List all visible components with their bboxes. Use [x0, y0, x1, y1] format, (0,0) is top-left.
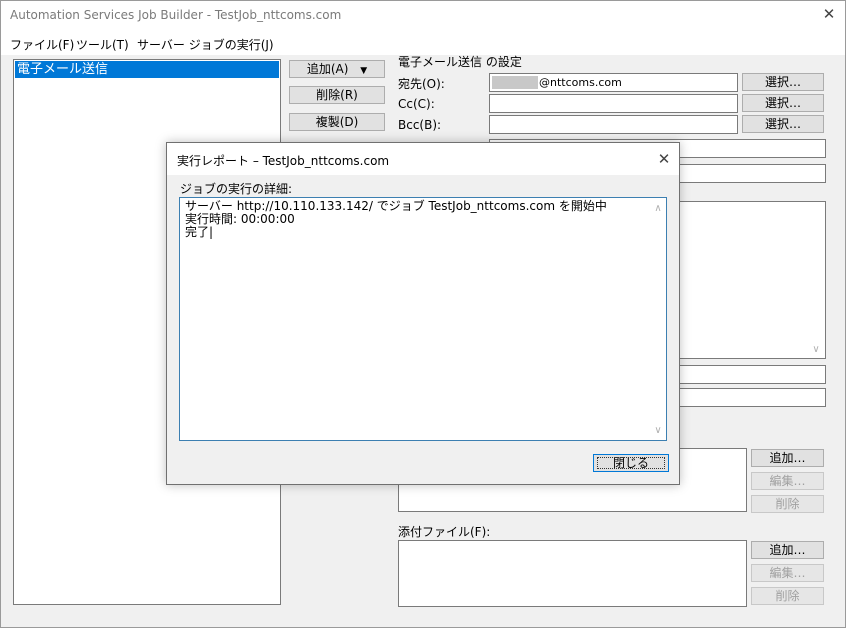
execution-report-dialog: 実行レポート – TestJob_nttcoms.com ✕ ジョブの実行の詳細… — [166, 142, 680, 485]
dialog-close-icon[interactable]: ✕ — [655, 151, 673, 167]
list-edit-button[interactable]: 編集… — [751, 472, 824, 490]
list-delete-button[interactable]: 削除 — [751, 495, 824, 513]
redacted-address — [492, 76, 538, 89]
duplicate-step-button[interactable]: 複製(D) — [289, 113, 385, 131]
delete-step-button[interactable]: 削除(R) — [289, 86, 385, 104]
bcc-field[interactable] — [489, 115, 738, 134]
settings-group-title: 電子メール送信 の設定 — [398, 55, 522, 69]
cc-select-button[interactable]: 選択… — [742, 94, 824, 112]
cc-label: Cc(C): — [398, 97, 435, 111]
scroll-up-icon[interactable]: ∧ — [650, 203, 666, 215]
body-scroll-down-icon[interactable]: ∨ — [808, 344, 824, 356]
menu-run-server-job[interactable]: サーバー ジョブの実行(J) — [137, 36, 274, 53]
attachment-edit-button[interactable]: 編集… — [751, 564, 824, 582]
execution-details-text[interactable]: サーバー http://10.110.133.142/ でジョブ TestJob… — [179, 197, 667, 441]
menu-tools[interactable]: ツール(T) — [76, 36, 129, 53]
window-close-icon[interactable]: ✕ — [820, 6, 838, 22]
attachment-add-button[interactable]: 追加… — [751, 541, 824, 559]
attachments-list[interactable] — [398, 540, 747, 607]
bcc-label: Bcc(B): — [398, 118, 442, 132]
focus-rectangle — [597, 457, 665, 469]
details-line-3: 完了| — [185, 225, 214, 239]
bcc-select-button[interactable]: 選択… — [742, 115, 824, 133]
attachments-label: 添付ファイル(F): — [398, 525, 491, 539]
close-dialog-button[interactable]: 閉じる — [593, 454, 669, 472]
window-title: Automation Services Job Builder - TestJo… — [10, 8, 342, 22]
to-label: 宛先(O): — [398, 77, 445, 91]
to-field[interactable]: @nttcoms.com — [489, 73, 738, 92]
list-add-button[interactable]: 追加… — [751, 449, 824, 467]
dialog-title: 実行レポート – TestJob_nttcoms.com — [177, 154, 390, 168]
details-label: ジョブの実行の詳細: — [180, 182, 293, 196]
cc-field[interactable] — [489, 94, 738, 113]
menu-file[interactable]: ファイル(F) — [10, 36, 74, 53]
to-select-button[interactable]: 選択… — [742, 73, 824, 91]
to-value: @nttcoms.com — [539, 76, 622, 89]
scroll-down-icon[interactable]: ∨ — [650, 425, 666, 437]
dropdown-arrow-icon: ▼ — [360, 66, 368, 76]
details-scrollbar[interactable]: ∧ ∨ — [650, 199, 666, 439]
list-item-email-send[interactable]: 電子メール送信 — [15, 61, 279, 78]
attachment-delete-button[interactable]: 削除 — [751, 587, 824, 605]
add-step-button[interactable]: 追加(A) ▼ — [289, 60, 385, 78]
add-step-label: 追加(A) — [306, 62, 349, 76]
